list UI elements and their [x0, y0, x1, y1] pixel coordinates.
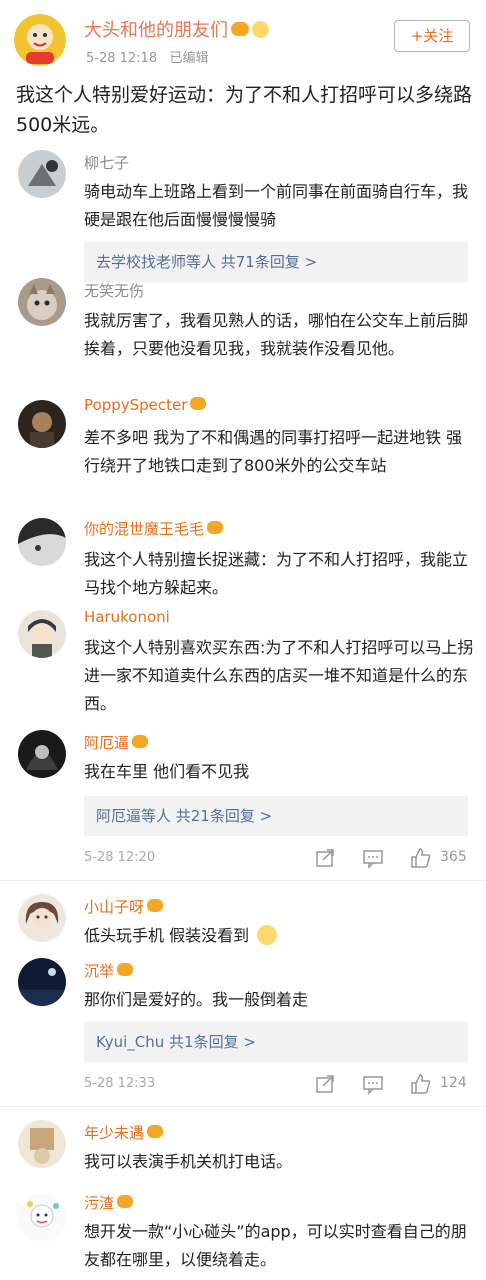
- reply-summary[interactable]: 去学校找老师等人 共71条回复 >: [84, 242, 468, 282]
- commenter-name-text[interactable]: PoppySpecter: [84, 396, 187, 414]
- edited-label: 已编辑: [169, 51, 209, 66]
- comment-footer: 5-28 12:33 124: [0, 1070, 486, 1100]
- commenter-name[interactable]: 污渣: [84, 1192, 134, 1213]
- commenter-avatar[interactable]: [18, 894, 66, 942]
- reply-summary[interactable]: Kyui_Chu 共1条回复 >: [84, 1022, 468, 1062]
- commenter-avatar[interactable]: [18, 150, 66, 198]
- vip-badge-icon: [190, 397, 207, 410]
- like-count: 365: [440, 849, 467, 865]
- emoji-icon: [252, 20, 269, 38]
- reply-summary[interactable]: 阿厄逼等人 共21条回复 >: [84, 796, 468, 836]
- vip-badge-icon: [117, 1195, 134, 1208]
- commenter-name[interactable]: 年少未遇: [84, 1122, 164, 1143]
- comment-text: 我这个人特别喜欢买东西:为了不和人打招呼可以马上拐进一家不知道卖什么东西的店买一…: [84, 638, 474, 713]
- comment-icon[interactable]: [362, 1073, 384, 1095]
- author-name-text[interactable]: 大头和他的朋友们: [84, 20, 228, 41]
- thread-divider: [0, 1106, 486, 1107]
- comment-time: 5-28 12:33: [84, 1076, 156, 1091]
- commenter-avatar[interactable]: [18, 610, 66, 658]
- vip-badge-icon: [207, 521, 224, 534]
- comment-text: 我就厉害了，我看见熟人的话，哪怕在公交车上前后脚挨着，只要他没看见我，我就装作没…: [84, 311, 469, 358]
- commenter-name-text[interactable]: 年少未遇: [84, 1124, 144, 1142]
- share-icon[interactable]: [314, 847, 336, 869]
- vip-badge-icon: [231, 22, 249, 36]
- vip-badge-icon: [132, 735, 149, 748]
- comment-text: 差不多吧 我为了不和偶遇的同事打招呼一起进地铁 强行绕开了地铁口走到了800米外…: [84, 428, 463, 475]
- commenter-name[interactable]: 阿厄逼: [84, 732, 149, 753]
- commenter-name-text[interactable]: 沉举: [84, 962, 114, 980]
- comment-text: 我可以表演手机关机打电话。: [84, 1152, 293, 1171]
- vip-badge-icon: [147, 899, 164, 912]
- commenter-name[interactable]: PoppySpecter: [84, 396, 207, 414]
- post-header: 大头和他的朋友们 5-28 12:18 已编辑 +关注: [0, 0, 486, 70]
- doge-emoji-icon: [257, 924, 278, 945]
- commenter-name-text[interactable]: 小山子呀: [84, 898, 144, 916]
- commenter-name-text[interactable]: 阿厄逼: [84, 734, 129, 752]
- commenter-name[interactable]: 柳七子: [84, 152, 129, 173]
- comment-text: 低头玩手机 假装没看到: [84, 922, 474, 950]
- commenter-avatar[interactable]: [18, 1194, 66, 1242]
- follow-button[interactable]: +关注: [394, 20, 470, 52]
- like-icon[interactable]: [410, 1073, 432, 1095]
- commenter-avatar[interactable]: [18, 518, 66, 566]
- commenter-name[interactable]: Harukononi: [84, 608, 170, 626]
- vip-badge-icon: [117, 963, 134, 976]
- comment-text: 想开发一款“小心碰头”的app，可以实时查看自己的朋友都在哪里，以便绕着走。: [84, 1222, 467, 1269]
- like-count: 124: [440, 1075, 467, 1091]
- comment-text: 骑电动车上班路上看到一个前同事在前面骑自行车，我硬是跟在他后面慢慢慢慢骑: [84, 182, 469, 229]
- post-date: 5-28 12:18: [86, 51, 158, 66]
- thread-divider: [0, 880, 486, 881]
- comment-text: 我在车里 他们看不见我: [84, 762, 250, 781]
- share-icon[interactable]: [314, 1073, 336, 1095]
- author-name[interactable]: 大头和他的朋友们: [84, 16, 269, 42]
- comment-text-content: 低头玩手机 假装没看到: [84, 926, 250, 945]
- commenter-name[interactable]: 无笑无伤: [84, 280, 144, 301]
- post-meta: 5-28 12:18 已编辑: [86, 47, 209, 66]
- commenter-avatar[interactable]: [18, 278, 66, 326]
- commenter-name-text[interactable]: 污渣: [84, 1194, 114, 1212]
- vip-badge-icon: [147, 1125, 164, 1138]
- commenter-avatar[interactable]: [18, 730, 66, 778]
- commenter-name[interactable]: 小山子呀: [84, 896, 164, 917]
- author-avatar[interactable]: [14, 14, 66, 66]
- comment-icon[interactable]: [362, 847, 384, 869]
- commenter-avatar[interactable]: [18, 400, 66, 448]
- commenter-name[interactable]: 沉举: [84, 960, 134, 981]
- commenter-avatar[interactable]: [18, 1120, 66, 1168]
- comment-text: 那你们是爱好的。我一般倒着走: [84, 990, 309, 1009]
- like-icon[interactable]: [410, 847, 432, 869]
- comment-text: 我这个人特别擅长捉迷藏：为了不和人打招呼，我能立马找个地方躲起来。: [84, 550, 469, 597]
- commenter-name[interactable]: 你的混世魔王毛毛: [84, 518, 224, 539]
- commenter-avatar[interactable]: [18, 958, 66, 1006]
- post-text: 我这个人特别爱好运动：为了不和人打招呼可以多绕路500米远。: [16, 84, 473, 136]
- commenter-name-text[interactable]: 你的混世魔王毛毛: [84, 520, 204, 538]
- comment-footer: 5-28 12:20 365: [0, 844, 486, 874]
- comment-time: 5-28 12:20: [84, 850, 156, 865]
